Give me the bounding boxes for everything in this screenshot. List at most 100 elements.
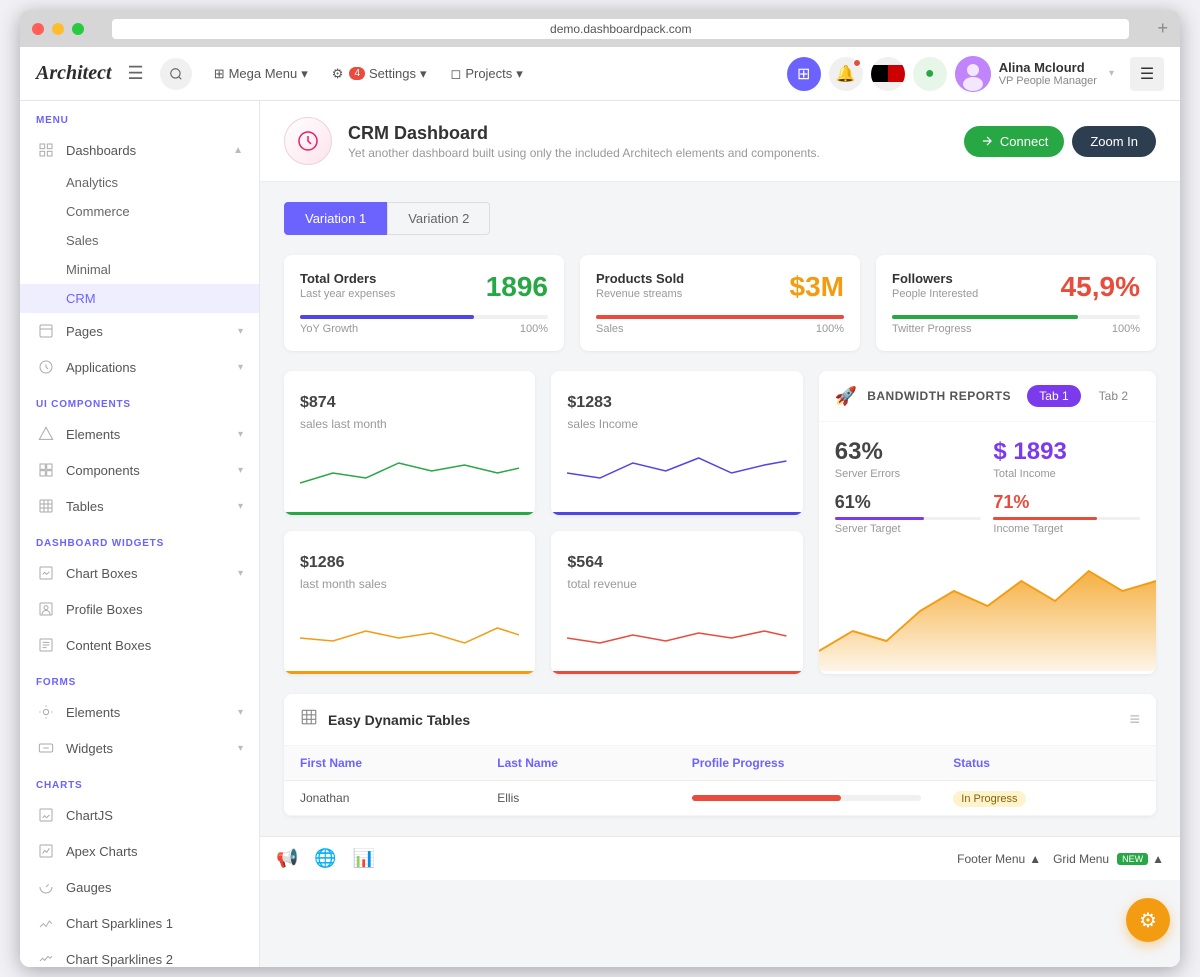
browser-min-dot[interactable] (52, 23, 64, 35)
sidebar-item-form-elements[interactable]: Elements ▾ (20, 694, 259, 730)
new-tab-button[interactable]: + (1157, 18, 1168, 39)
stat-card-subtitle: Revenue streams (596, 288, 684, 300)
footer-icons: 📢 🌐 📊 (276, 848, 957, 869)
dashboard-widgets-label: DASHBOARD WIDGETS (20, 524, 259, 555)
avatar (955, 56, 991, 92)
browser-max-dot[interactable] (72, 23, 84, 35)
stat-card-header: Products Sold Revenue streams $3M (596, 271, 844, 303)
sidebar-item-pages[interactable]: Pages ▾ (20, 313, 259, 349)
sparkline-chart (300, 603, 519, 653)
sidebar-item-components[interactable]: Components ▾ (20, 452, 259, 488)
fab-settings-button[interactable]: ⚙ (1126, 898, 1170, 942)
chevron-down-icon: ▾ (238, 501, 243, 512)
browser-close-dot[interactable] (32, 23, 44, 35)
stat-card-value: $3M (790, 271, 844, 303)
sidebar-item-commerce[interactable]: Commerce (20, 197, 259, 226)
stat-card-info: Total Orders Last year expenses (300, 271, 395, 300)
sidebar-item-form-widgets[interactable]: Widgets ▾ (20, 730, 259, 766)
grid-view-button[interactable]: ⊞ (787, 57, 821, 91)
sidebar-item-tables[interactable]: Tables ▾ (20, 488, 259, 524)
sidebar-item-gauges[interactable]: Gauges (20, 869, 259, 905)
bw-stat-label: Total Income (993, 468, 1140, 480)
sidebar-item-analytics[interactable]: Analytics (20, 168, 259, 197)
sidebar-item-chart-boxes[interactable]: Chart Boxes ▾ (20, 555, 259, 591)
sidebar-item-sales[interactable]: Sales (20, 226, 259, 255)
footer-icon-2[interactable]: 🌐 (314, 848, 336, 869)
stat-bar (300, 315, 474, 319)
stat-card-subtitle: Last year expenses (300, 288, 395, 300)
sparklines1-label: Chart Sparklines 1 (66, 916, 243, 931)
menu-toggle-button[interactable]: ☰ (1130, 57, 1164, 91)
mini-chart-value: $1283 (567, 387, 786, 413)
sidebar-item-apex-charts[interactable]: Apex Charts (20, 833, 259, 869)
bandwidth-card: 🚀 BANDWIDTH REPORTS Tab 1 Tab 2 63% (819, 371, 1156, 674)
footer-menus: Footer Menu ▲ Grid Menu NEW ▲ (957, 852, 1164, 866)
stat-card-followers: Followers People Interested 45,9% (876, 255, 1156, 351)
settings-icon: ⚙ (332, 66, 344, 82)
bw-progress-value: 71% (993, 492, 1140, 513)
mini-chart-card-2: $1283 sales Income (551, 371, 802, 515)
search-icon (169, 67, 183, 81)
sidebar-item-sparklines1[interactable]: Chart Sparklines 1 (20, 905, 259, 941)
applications-icon (36, 357, 56, 377)
hamburger-button[interactable]: ☰ (128, 63, 144, 84)
components-icon (36, 460, 56, 480)
bandwidth-tab1[interactable]: Tab 1 (1027, 385, 1080, 407)
sidebar-item-content-boxes[interactable]: Content Boxes (20, 627, 259, 663)
sidebar-item-elements[interactable]: Elements ▾ (20, 416, 259, 452)
flag-button[interactable] (871, 57, 905, 91)
stat-card-title: Products Sold (596, 271, 684, 286)
col-lastname: Last Name (481, 746, 675, 781)
variation1-tab[interactable]: Variation 1 (284, 202, 387, 235)
apex-charts-label: Apex Charts (66, 844, 243, 859)
stat-card-products: Products Sold Revenue streams $3M (580, 255, 860, 351)
table-options-button[interactable]: ≡ (1129, 709, 1140, 730)
stat-card-orders: Total Orders Last year expenses 1896 (284, 255, 564, 351)
sidebar-item-applications[interactable]: Applications ▾ (20, 349, 259, 385)
user-role: VP People Manager (999, 75, 1097, 87)
mega-menu-nav[interactable]: ⊞ Mega Menu ▾ (204, 60, 318, 88)
variation2-tab[interactable]: Variation 2 (387, 202, 490, 235)
apex-charts-icon (36, 841, 56, 861)
variation-tabs: Variation 1 Variation 2 (284, 202, 1156, 235)
stat-bar-labels: Twitter Progress 100% (892, 323, 1140, 335)
bw-stat-income: $ 1893 Total Income (993, 438, 1140, 480)
projects-nav[interactable]: ◻ Projects ▾ (441, 60, 533, 88)
mini-chart-value: $1286 (300, 547, 519, 573)
grid-icon: ⊞ (214, 66, 225, 82)
stat-bar (892, 315, 1078, 319)
notifications-button[interactable]: 🔔 (829, 57, 863, 91)
footer-menu-button[interactable]: Footer Menu ▲ (957, 852, 1041, 866)
bandwidth-tab2[interactable]: Tab 2 (1087, 385, 1140, 407)
search-button[interactable] (160, 58, 192, 90)
grid-menu-button[interactable]: Grid Menu NEW ▲ (1053, 852, 1164, 866)
footer-icon-1[interactable]: 📢 (276, 848, 298, 869)
stat-bar-track (596, 315, 844, 319)
connect-button[interactable]: Connect (964, 126, 1064, 157)
chart-boxes-label: Chart Boxes (66, 566, 238, 581)
sidebar-item-chartjs[interactable]: ChartJS (20, 797, 259, 833)
sidebar-item-profile-boxes[interactable]: Profile Boxes (20, 591, 259, 627)
settings-badge: 4 (349, 67, 365, 80)
pages-label: Pages (66, 324, 238, 339)
mini-chart-label: sales Income (567, 417, 786, 431)
chevron-down-icon: ▾ (516, 66, 523, 82)
footer-icon-3[interactable]: 📊 (353, 848, 375, 869)
url-bar[interactable]: demo.dashboardpack.com (112, 19, 1129, 39)
content-area: Variation 1 Variation 2 Total Orders Las… (260, 182, 1180, 836)
sidebar-item-sparklines2[interactable]: Chart Sparklines 2 (20, 941, 259, 967)
applications-label: Applications (66, 360, 238, 375)
sidebar-item-crm[interactable]: CRM (20, 284, 259, 313)
tables-label: Tables (66, 499, 238, 514)
area-chart-svg (819, 551, 1156, 671)
browser-titlebar: demo.dashboardpack.com + (20, 10, 1180, 47)
settings-nav[interactable]: ⚙ 4 Settings ▾ (322, 60, 437, 88)
sidebar-item-dashboards[interactable]: Dashboards ▲ (20, 132, 259, 168)
zoom-in-button[interactable]: Zoom In (1072, 126, 1156, 157)
chevron-down-icon: ▾ (301, 66, 308, 82)
sidebar-item-minimal[interactable]: Minimal (20, 255, 259, 284)
activity-button[interactable]: ● (913, 57, 947, 91)
user-profile[interactable]: Alina Mclourd VP People Manager ▾ (955, 56, 1114, 92)
topnav: Architect ☰ ⊞ Mega Menu ▾ ⚙ 4 Settings ▾ (20, 47, 1180, 101)
stat-card-subtitle: People Interested (892, 288, 978, 300)
